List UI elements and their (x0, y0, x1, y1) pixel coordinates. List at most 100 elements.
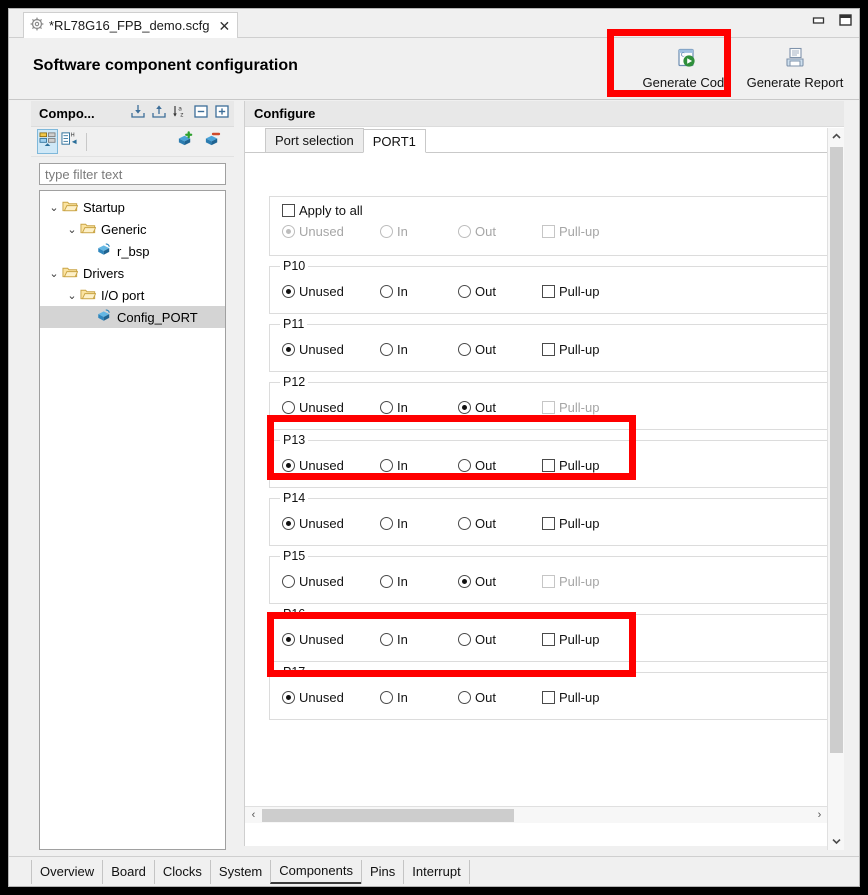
radio-out[interactable]: Out (458, 516, 542, 531)
radio-unused[interactable]: Unused (282, 516, 380, 531)
bottom-tab-interrupt[interactable]: Interrupt (403, 859, 470, 884)
apply-to-all-checkbox[interactable]: Apply to all (282, 203, 363, 218)
radio-out[interactable]: Out (458, 574, 542, 589)
maximize-icon[interactable] (838, 13, 853, 32)
radio-icon (282, 633, 295, 646)
add-component-icon[interactable] (176, 130, 195, 153)
import-icon[interactable] (130, 104, 146, 124)
generate-report-button[interactable]: Generate Report (741, 40, 849, 96)
option-label: In (397, 284, 408, 299)
checkbox-pullup[interactable]: Pull-up (542, 342, 599, 357)
radio-in[interactable]: In (380, 690, 458, 705)
filter-placeholder: type filter text (45, 166, 123, 182)
option-label: In (397, 690, 408, 705)
radio-in[interactable]: In (380, 632, 458, 647)
component-tree[interactable]: ⌄ Startup ⌄ Generic r_bsp ⌄ Drivers ⌄ I/… (39, 190, 226, 850)
radio-in[interactable]: In (380, 284, 458, 299)
port-options-row: Unused In Out Pull-up (270, 502, 828, 545)
option-label: Out (475, 458, 496, 473)
component-icon (96, 308, 112, 326)
radio-in[interactable]: In (380, 342, 458, 357)
radio-out[interactable]: Out (458, 632, 542, 647)
radio-out[interactable]: Out (458, 342, 542, 357)
remove-component-icon[interactable] (203, 131, 222, 153)
radio-in[interactable]: In (380, 400, 458, 415)
horizontal-scrollbar[interactable]: ‹ › (245, 806, 828, 823)
generate-code-button[interactable]: C Generate Code (633, 40, 741, 96)
scroll-down-icon[interactable] (828, 833, 845, 850)
tab-port1[interactable]: PORT1 (362, 129, 426, 153)
radio-out[interactable]: Out (458, 458, 542, 473)
bottom-tab-system[interactable]: System (209, 859, 272, 884)
bottom-tab-components[interactable]: Components (270, 859, 362, 884)
generate-report-label: Generate Report (746, 74, 844, 90)
horizontal-scroll-track[interactable] (262, 807, 811, 823)
tree-item-drivers[interactable]: ⌄ Drivers (40, 262, 225, 284)
scroll-up-icon[interactable] (828, 128, 844, 145)
radio-icon (380, 517, 393, 530)
checkbox-pullup[interactable]: Pull-up (542, 284, 599, 299)
application-window: *RL78G16_FPB_demo.scfg ✕ Software compon… (8, 8, 860, 887)
radio-in[interactable]: In (380, 574, 458, 589)
minimize-icon[interactable] (811, 14, 826, 32)
component-view-icon[interactable] (37, 129, 58, 154)
bottom-tab-board[interactable]: Board (102, 859, 155, 884)
vertical-scrollbar[interactable] (827, 128, 844, 850)
tab-label: Port selection (275, 133, 354, 148)
sort-az-icon[interactable]: a z (172, 104, 188, 124)
export-icon[interactable] (151, 104, 167, 124)
horizontal-scroll-thumb[interactable] (262, 809, 514, 822)
option-label: Out (475, 284, 496, 299)
radio-icon (282, 517, 295, 530)
tree-item-label: Generic (101, 221, 147, 237)
chevron-down-icon[interactable]: ⌄ (64, 223, 80, 236)
option-label: Pull-up (559, 284, 600, 299)
radio-in[interactable]: In (380, 516, 458, 531)
radio-unused[interactable]: Unused (282, 342, 380, 357)
bottom-tab-pins[interactable]: Pins (360, 859, 405, 884)
chevron-down-icon[interactable]: ⌄ (64, 289, 80, 302)
radio-unused[interactable]: Unused (282, 574, 380, 589)
bottom-tab-clocks[interactable]: Clocks (153, 859, 211, 884)
chevron-down-icon[interactable]: ⌄ (46, 201, 62, 214)
tree-item-startup[interactable]: ⌄ Startup (40, 196, 225, 218)
components-panel-header-icons: a z (130, 104, 230, 124)
radio-unused[interactable]: Unused (282, 400, 380, 415)
apply-checkbox-pullup: Pull-up (542, 224, 599, 239)
radio-unused[interactable]: Unused (282, 632, 380, 647)
filter-input[interactable]: type filter text (39, 163, 226, 185)
tree-item-io-port[interactable]: ⌄ I/O port (40, 284, 225, 306)
vertical-scroll-thumb[interactable] (830, 147, 843, 753)
apply-radio-out: Out (458, 224, 542, 239)
port-options-row: Unused In Out Pull-up (270, 676, 828, 719)
radio-in[interactable]: In (380, 458, 458, 473)
scroll-right-icon[interactable]: › (811, 809, 828, 821)
checkbox-pullup[interactable]: Pull-up (542, 458, 599, 473)
radio-unused[interactable]: Unused (282, 458, 380, 473)
folder-icon (62, 199, 79, 216)
port-options-row: Unused In Out Pull-up (270, 386, 828, 429)
tree-item-r-bsp[interactable]: r_bsp (40, 240, 225, 262)
hardware-view-icon[interactable]: H (61, 131, 78, 152)
tab-port-selection[interactable]: Port selection (265, 128, 364, 152)
tree-item-config-port[interactable]: Config_PORT (40, 306, 225, 328)
option-label: In (397, 574, 408, 589)
checkbox-pullup[interactable]: Pull-up (542, 632, 599, 647)
radio-unused[interactable]: Unused (282, 690, 380, 705)
checkbox-pullup[interactable]: Pull-up (542, 516, 599, 531)
editor-tab-scfg[interactable]: *RL78G16_FPB_demo.scfg ✕ (23, 12, 239, 38)
scroll-left-icon[interactable]: ‹ (245, 809, 262, 821)
checkbox-pullup[interactable]: Pull-up (542, 690, 599, 705)
radio-out[interactable]: Out (458, 284, 542, 299)
checkbox-pullup: Pull-up (542, 400, 599, 415)
generate-code-label: Generate Code (642, 74, 732, 90)
expand-all-icon[interactable] (214, 104, 230, 124)
radio-out[interactable]: Out (458, 690, 542, 705)
bottom-tab-overview[interactable]: Overview (31, 859, 104, 884)
close-icon[interactable]: ✕ (218, 19, 230, 33)
radio-unused[interactable]: Unused (282, 284, 380, 299)
chevron-down-icon[interactable]: ⌄ (46, 267, 62, 280)
tree-item-generic[interactable]: ⌄ Generic (40, 218, 225, 240)
radio-out[interactable]: Out (458, 400, 542, 415)
collapse-all-icon[interactable] (193, 104, 209, 124)
